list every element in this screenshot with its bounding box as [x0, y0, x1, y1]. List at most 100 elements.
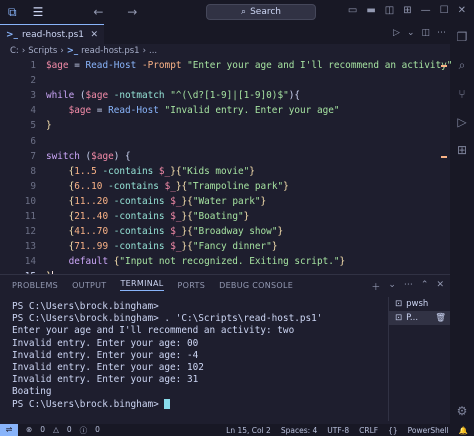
code-token: -Prompt — [136, 60, 188, 71]
chevron-right-icon: › — [142, 46, 146, 56]
chevron-down-icon[interactable]: ⌄ — [388, 280, 396, 293]
code-token: -contains — [108, 195, 171, 207]
code-text: {71..99 -contains $_}{"Fancy dinner"} — [46, 239, 278, 254]
tab-ports[interactable]: PORTS — [178, 281, 206, 290]
code-token: $_ — [164, 180, 176, 192]
info-count: 0 — [95, 424, 100, 434]
customize-layout-icon[interactable]: ⊞ — [403, 5, 411, 16]
code-token: } — [271, 241, 278, 253]
close-icon[interactable]: ✕ — [458, 5, 466, 16]
code-token: } — [277, 226, 284, 238]
remote-icon[interactable]: ⇌ — [0, 424, 18, 436]
source-control-icon[interactable]: ⑂ — [458, 87, 465, 101]
run-icon[interactable]: ▷ — [393, 28, 400, 38]
breadcrumb-more[interactable]: ... — [149, 46, 157, 56]
line-number: 12 — [24, 226, 36, 238]
code-token: "Enter your age and I'll recommend an ac… — [187, 60, 453, 71]
code-line[interactable]: 5} — [0, 118, 450, 133]
more-actions-icon[interactable]: ⋯ — [437, 28, 446, 38]
code-token: } — [249, 165, 255, 177]
terminal-line: PS C:\Users\brock.bingham> — [12, 399, 392, 411]
panel-icon[interactable]: ▬ — [366, 5, 375, 16]
explorer-icon[interactable]: ❐ — [457, 30, 468, 44]
tab-debug-console[interactable]: DEBUG CONSOLE — [219, 281, 293, 290]
breadcrumb-drive[interactable]: C: — [10, 46, 19, 56]
trash-icon[interactable]: 🗑 — [435, 313, 446, 323]
code-token: } — [339, 256, 346, 268]
breadcrumb-file[interactable]: read-host.ps1 — [81, 46, 140, 56]
menu-icon[interactable]: ☰ — [33, 5, 44, 19]
line-ending[interactable]: CRLF — [359, 426, 378, 435]
breadcrumb-folder[interactable]: Scripts — [28, 46, 57, 56]
language-mode[interactable]: PowerShell — [408, 426, 449, 435]
cursor-position[interactable]: Ln 15, Col 2 — [226, 426, 271, 435]
code-line[interactable]: 7 switch ($age) { — [0, 149, 450, 164]
more-actions-icon[interactable]: ⋯ — [404, 280, 413, 293]
terminal-line: Boating — [12, 386, 392, 398]
tab-read-host[interactable]: >_ read-host.ps1 ✕ — [0, 24, 104, 44]
code-line[interactable]: 14 default {"Input not recognized. Exiti… — [0, 254, 450, 269]
maximize-panel-icon[interactable]: ⌃ — [421, 280, 429, 293]
code-token: while — [46, 90, 75, 102]
editor-tabs: >_ read-host.ps1 ✕ ▷ ⌄ ◫ ⋯ — [0, 24, 450, 44]
line-number: 3 — [30, 90, 36, 102]
tab-output[interactable]: OUTPUT — [72, 281, 106, 290]
code-line[interactable]: 9 {6..10 -contains $_}{"Trampoline park"… — [0, 179, 450, 194]
code-token: $_ — [170, 241, 182, 253]
nav-arrows[interactable]: ← → — [93, 5, 147, 19]
code-token: 1..5 — [74, 165, 97, 177]
settings-icon[interactable]: ⚙ — [457, 404, 468, 418]
split-icon[interactable]: ◫ — [385, 5, 394, 16]
code-editor[interactable]: 1 $age = Read-Host -Prompt "Enter your ag… — [0, 58, 452, 283]
terminal-item-powershell[interactable]: ⊡ P... 🗑 — [389, 311, 450, 325]
code-line[interactable]: 12 {41..70 -contains $_}{"Broadway show"… — [0, 224, 450, 239]
code-text: $age = Read-Host -Prompt "Enter your age… — [46, 58, 452, 73]
minimize-icon[interactable]: — — [421, 5, 431, 16]
maximize-icon[interactable]: ☐ — [440, 5, 449, 16]
code-line[interactable]: 4 $age = Read-Host "Invalid entry. Enter… — [0, 103, 450, 118]
indentation[interactable]: Spaces: 4 — [281, 426, 317, 435]
tab-problems[interactable]: PROBLEMS — [12, 281, 58, 290]
layout-icon[interactable]: ▭ — [348, 5, 357, 16]
extensions-icon[interactable]: ⊞ — [457, 143, 467, 157]
new-terminal-icon[interactable]: ＋ — [371, 280, 380, 293]
tab-terminal[interactable]: TERMINAL — [120, 279, 164, 291]
code-line[interactable]: 1 $age = Read-Host -Prompt "Enter your ag… — [0, 58, 452, 73]
run-chevron-icon[interactable]: ⌄ — [407, 28, 415, 38]
search-sidebar-icon[interactable]: ⌕ — [459, 58, 466, 73]
search-box[interactable]: ⌕ Search — [206, 4, 316, 20]
code-token: "Boating" — [192, 211, 244, 222]
code-token: "Fancy dinner" — [192, 241, 272, 253]
terminal-output[interactable]: PS C:\Users\brock.bingham> PS C:\Users\br… — [12, 301, 392, 411]
terminal-icon: ⊡ — [395, 299, 403, 309]
split-editor-icon[interactable]: ◫ — [421, 28, 430, 38]
run-debug-icon[interactable]: ▷ — [457, 115, 466, 129]
code-text: } — [46, 118, 52, 133]
terminal-item-pwsh[interactable]: ⊡ pwsh — [389, 297, 450, 311]
error-icon: ⊗ — [26, 424, 33, 434]
notifications-icon[interactable]: 🔔 — [459, 426, 468, 435]
encoding[interactable]: UTF-8 — [327, 426, 349, 435]
code-token: 11..20 — [74, 195, 109, 207]
code-line[interactable]: 8 {1..5 -contains $_}{"Kids movie"} — [0, 164, 450, 179]
code-line[interactable]: 13 {71..99 -contains $_}{"Fancy dinner"} — [0, 239, 450, 254]
line-number: 8 — [30, 165, 36, 177]
vscode-logo-icon: ⧉ — [8, 4, 17, 19]
close-panel-icon[interactable]: ✕ — [436, 280, 444, 293]
code-line[interactable]: 3 while ($age -notmatch "^(\d?[1-9]|[1-9]… — [0, 88, 450, 103]
code-line[interactable]: 6 — [0, 134, 450, 149]
code-line[interactable]: 10 {11..20 -contains $_}{"Water park"} — [0, 194, 450, 209]
line-number: 14 — [24, 256, 36, 268]
status-problems[interactable]: ⊗ 0 △ 0 ⓘ 0 — [26, 425, 100, 436]
code-token: ( — [79, 150, 92, 162]
code-token: } — [46, 120, 52, 132]
terminal-line: PS C:\Users\brock.bingham> . 'C:\Scripts… — [12, 313, 392, 325]
braces-icon[interactable]: {} — [388, 426, 398, 435]
code-line[interactable]: 2 — [0, 73, 450, 88]
code-text: while ($age -notmatch "^(\d?[1-9]|[1-9]0… — [46, 88, 300, 103]
code-line[interactable]: 11 {21..40 -contains $_}{"Boating"} — [0, 209, 450, 224]
close-tab-icon[interactable]: ✕ — [90, 30, 98, 40]
terminal-line-text: PS C:\Users\brock.bingham> — [12, 398, 165, 410]
code-text: {11..20 -contains $_}{"Water park"} — [46, 194, 267, 209]
